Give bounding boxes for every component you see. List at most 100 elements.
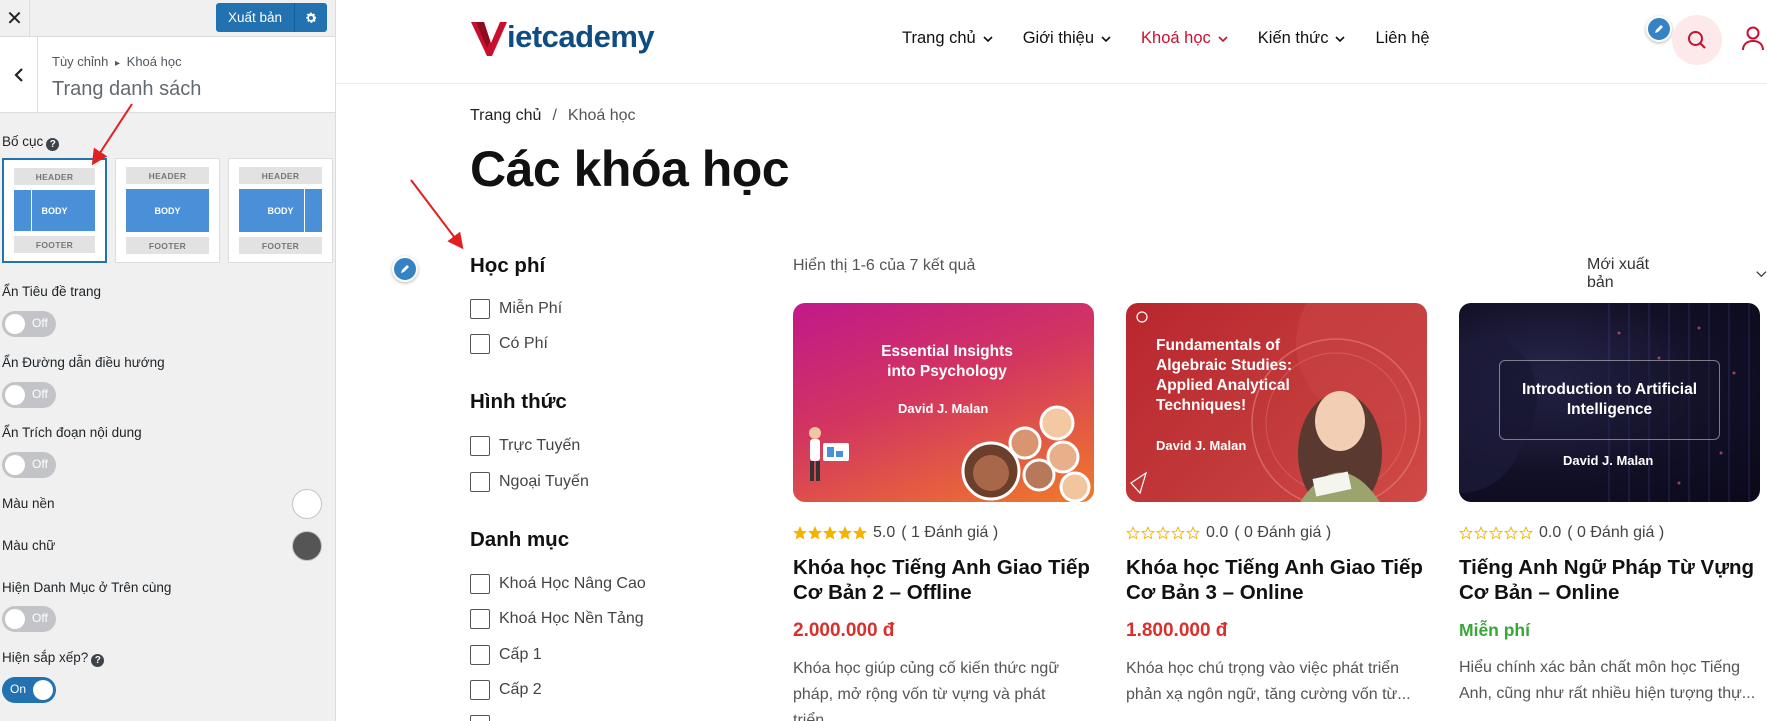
star-filled-icon — [793, 526, 807, 540]
star-empty-icon — [1489, 526, 1503, 540]
filter-option[interactable]: Ngoại Tuyến — [470, 472, 589, 492]
checkbox[interactable] — [470, 299, 490, 319]
star-empty-icon — [1504, 526, 1518, 540]
star-empty-icon — [1126, 526, 1140, 540]
course-thumbnail[interactable]: Introduction to Artificial Intelligence … — [1459, 303, 1760, 502]
checkbox[interactable] — [470, 645, 490, 665]
text-color-swatch[interactable] — [292, 531, 322, 561]
checkbox[interactable] — [470, 680, 490, 700]
customizer-topbar: ✕ Xuất bản — [0, 0, 335, 37]
logo-text: ietcademy — [507, 19, 655, 54]
show-category-top-toggle[interactable]: Off — [2, 606, 56, 632]
star-empty-icon — [1186, 526, 1200, 540]
site-preview: ietcademy Trang chủ Giới thiệu Khoá học … — [336, 0, 1767, 721]
star-filled-icon — [853, 526, 867, 540]
checkbox[interactable] — [470, 715, 490, 721]
chevron-left-icon — [13, 68, 23, 82]
edit-shortcut-header[interactable] — [1646, 16, 1672, 42]
chevron-down-icon — [1101, 35, 1111, 42]
customizer-panel: ✕ Xuất bản Tùy chỉnh ▸ Khoá học Trang da… — [0, 0, 336, 721]
filter-option[interactable]: Trực Tuyến — [470, 436, 580, 456]
publish-settings-button[interactable] — [295, 3, 327, 32]
edit-shortcut-filters[interactable] — [392, 256, 418, 282]
chevron-down-icon — [1335, 35, 1346, 42]
course-thumbnail[interactable]: Essential Insights into Psychology David… — [793, 303, 1094, 502]
filter-option[interactable]: Miễn Phí — [470, 299, 562, 319]
show-sort-toggle[interactable]: On — [2, 677, 56, 703]
toggle-knob — [5, 385, 25, 405]
sort-dropdown[interactable]: Mới xuất bản — [1587, 256, 1767, 292]
nav-gioi-thieu[interactable]: Giới thiệu — [1023, 29, 1111, 48]
course-title[interactable]: Tiếng Anh Ngữ Pháp Từ Vựng Cơ Bản – Onli… — [1459, 555, 1760, 605]
layout-option-right-sidebar[interactable]: HEADER BODY FOOTER — [228, 158, 333, 263]
nav-lien-he[interactable]: Liên hệ — [1375, 29, 1429, 48]
course-thumbnail[interactable]: Fundamentals of Algebraic Studies: Appli… — [1126, 303, 1427, 502]
close-icon: ✕ — [6, 7, 23, 30]
nav-label: Trang chủ — [902, 29, 976, 47]
customizer-app: ✕ Xuất bản Tùy chỉnh ▸ Khoá học Trang da… — [0, 0, 1767, 721]
layout-options: HEADER BODY FOOTER HEADER BODY FOOTER HE… — [2, 158, 333, 263]
thumbnail-author: David J. Malan — [1563, 453, 1654, 468]
breadcrumb-root: Tùy chỉnh — [52, 54, 109, 69]
filter-option[interactable]: Cấp 2 — [470, 680, 542, 700]
checkbox[interactable] — [470, 574, 490, 594]
star-empty-icon — [1459, 526, 1473, 540]
search-icon — [1688, 31, 1706, 49]
checkbox[interactable] — [470, 609, 490, 629]
close-customizer-button[interactable]: ✕ — [0, 0, 30, 36]
breadcrumb-separator: / — [552, 107, 557, 124]
nav-trang-chu[interactable]: Trang chủ — [902, 29, 993, 48]
search-button[interactable] — [1672, 15, 1722, 65]
site-logo[interactable]: ietcademy — [470, 16, 655, 58]
main-nav: Trang chủ Giới thiệu Khoá học Kiến thức … — [902, 29, 1430, 48]
checkbox[interactable] — [470, 334, 490, 354]
layout-option-left-sidebar[interactable]: HEADER BODY FOOTER — [2, 158, 107, 263]
hide-excerpt-toggle[interactable]: Off — [2, 452, 56, 478]
breadcrumb-home[interactable]: Trang chủ — [470, 107, 541, 124]
publish-button[interactable]: Xuất bản — [216, 3, 296, 32]
checkbox[interactable] — [470, 472, 490, 492]
site-header: ietcademy Trang chủ Giới thiệu Khoá học … — [336, 0, 1767, 84]
layout-footer: FOOTER — [126, 237, 209, 254]
hide-title-toggle[interactable]: Off — [2, 311, 56, 337]
filter-option[interactable]: Khoá Học Nền Tảng — [470, 609, 644, 629]
course-card[interactable]: Fundamentals of Algebraic Studies: Appli… — [1126, 303, 1427, 708]
filter-option-label: Khoá Học Nền Tảng — [499, 610, 644, 627]
breadcrumb-separator: ▸ — [115, 58, 121, 69]
toggle-state: Off — [32, 387, 48, 401]
nav-kien-thuc[interactable]: Kiến thức — [1258, 29, 1346, 48]
gear-icon — [306, 12, 317, 23]
course-rating: 0.0 ( 0 Đánh giá ) — [1459, 524, 1760, 542]
user-icon[interactable] — [1740, 25, 1766, 51]
nav-label: Liên hệ — [1375, 29, 1430, 47]
bg-color-swatch[interactable] — [292, 489, 322, 519]
hide-breadcrumb-toggle[interactable]: Off — [2, 382, 56, 408]
rating-count: ( 1 Đánh giá ) — [901, 524, 999, 541]
course-card[interactable]: Introduction to Artificial Intelligence … — [1459, 303, 1760, 707]
breadcrumb-current: Khoá học — [126, 54, 182, 69]
layout-header: HEADER — [14, 168, 95, 185]
course-price: Miễn phí — [1459, 620, 1530, 640]
section-title: Trang danh sách — [52, 78, 202, 100]
checkbox[interactable] — [470, 436, 490, 456]
hide-excerpt-label: Ẩn Trích đoạn nội dung — [2, 425, 142, 440]
layout-body: BODY — [239, 189, 322, 232]
filter-option[interactable]: Có Phí — [470, 334, 548, 354]
nav-khoa-hoc[interactable]: Khoá học — [1141, 29, 1228, 48]
help-icon[interactable]: ? — [91, 654, 105, 667]
course-title[interactable]: Khóa học Tiếng Anh Giao Tiếp Cơ Bản 3 – … — [1126, 555, 1427, 605]
filter-option[interactable]: Khoá Học Nâng Cao — [470, 574, 646, 594]
filter-option[interactable] — [470, 715, 490, 721]
course-title[interactable]: Khóa học Tiếng Anh Giao Tiếp Cơ Bản 2 – … — [793, 555, 1094, 605]
filter-option-label: Miễn Phí — [499, 300, 563, 317]
back-button[interactable] — [0, 37, 38, 113]
filter-option[interactable]: Cấp 1 — [470, 645, 542, 665]
course-card[interactable]: Essential Insights into Psychology David… — [793, 303, 1094, 721]
layout-body: BODY — [126, 189, 209, 232]
layout-option-full-width[interactable]: HEADER BODY FOOTER — [115, 158, 220, 263]
filter-option-label: Cấp 1 — [499, 646, 542, 663]
thumbnail-author: David J. Malan — [1156, 438, 1247, 453]
breadcrumb-current: Khoá học — [567, 107, 636, 124]
help-icon[interactable]: ? — [46, 138, 60, 151]
course-rating: 0.0 ( 0 Đánh giá ) — [1126, 524, 1427, 542]
